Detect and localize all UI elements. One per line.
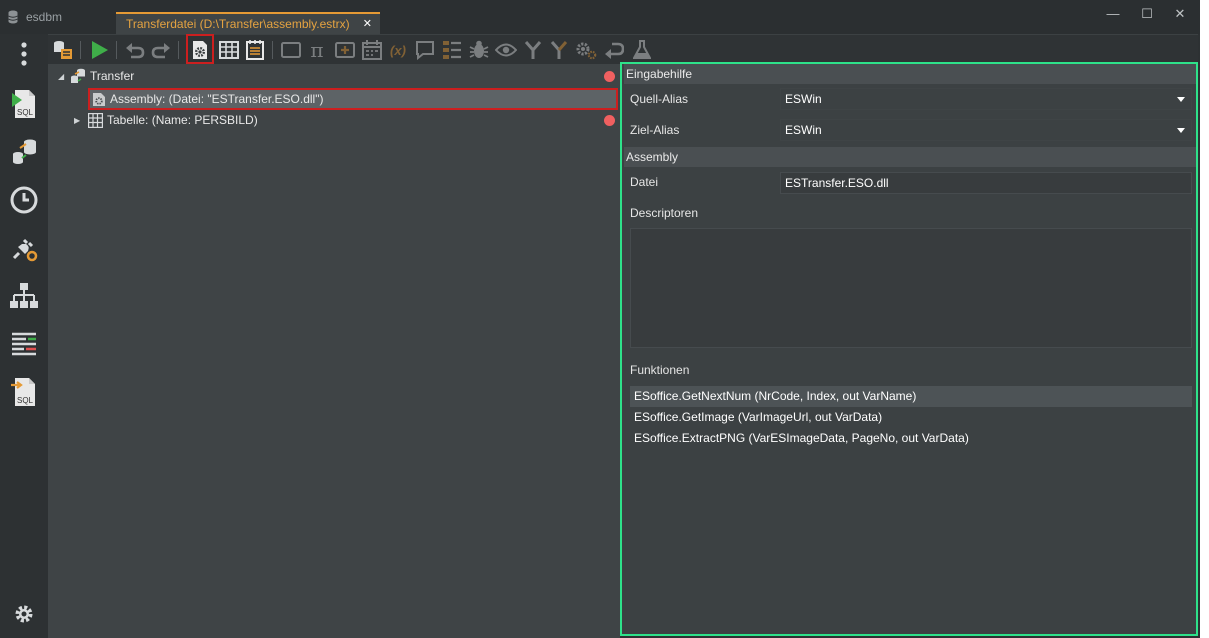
database-icon [8,10,18,24]
branch-icon[interactable] [548,39,570,61]
activity-sidebar: SQL SQL [0,34,48,638]
variable-icon[interactable]: (x) [387,39,409,61]
app-name-label: esdbm [26,10,63,24]
datei-label: Datei [630,175,659,189]
settings-gear-icon[interactable] [8,598,40,630]
rectangle-icon[interactable] [280,39,302,61]
title-bar: esdbm Transferdatei (D:\Transfer\assembl… [0,0,1200,34]
document-tab[interactable]: Transferdatei (D:\Transfer\assembly.estr… [116,12,380,34]
close-tab-icon[interactable]: ✕ [363,17,372,30]
table-icon[interactable] [218,39,240,61]
funktionen-list: ESoffice.GetNextNum (NrCode, Index, out … [630,386,1192,449]
tree-node-label: Transfer [90,69,135,83]
flask-icon[interactable] [631,39,653,61]
sql-import-icon[interactable]: SQL [8,376,40,408]
list-icon[interactable] [441,39,463,61]
tree-node-tabelle[interactable]: ▶ Tabelle: (Name: PERSBILD) [74,110,258,130]
app-name: esdbm [8,8,62,26]
ziel-alias-value: ESWin [785,123,822,137]
descriptoren-textarea[interactable] [630,228,1192,348]
table-icon [88,112,103,128]
run-icon[interactable] [88,39,110,61]
redo-icon[interactable] [150,39,172,61]
calendar-icon[interactable] [361,39,383,61]
tree-node-assembly[interactable]: Assembly: (Datei: "ESTransfer.ESO.dll") [88,88,618,110]
transfer-icon [71,68,85,83]
plug-gear-icon[interactable] [8,232,40,264]
collapse-arrow-icon[interactable]: ▶ [74,116,84,125]
database-list-icon[interactable] [52,39,74,61]
minimize-button[interactable]: — [1102,5,1124,23]
quell-alias-select[interactable]: ESWin [780,88,1192,110]
list-item[interactable]: ESoffice.GetNextNum (NrCode, Index, out … [630,386,1192,407]
undo-icon[interactable] [124,39,146,61]
merge-icon[interactable] [522,39,544,61]
eye-icon[interactable] [495,39,517,61]
sql-run-icon[interactable]: SQL [8,88,40,120]
quell-alias-value: ESWin [785,92,822,106]
more-vertical-icon[interactable] [8,38,40,70]
close-window-button[interactable]: ✕ [1169,5,1191,23]
section-eingabehilfe: Eingabehilfe [624,64,1196,84]
assembly-gear-icon [93,92,105,106]
tree-node-label: Tabelle: (Name: PERSBILD) [107,113,258,127]
clock-icon[interactable] [8,184,40,216]
chevron-down-icon [1177,97,1185,102]
svg-text:SQL: SQL [17,396,34,405]
notepad-icon[interactable] [244,39,266,61]
toolbar: π (x) [48,34,1198,64]
section-assembly: Assembly [624,147,1196,167]
return-icon[interactable] [603,39,625,61]
tree-node-label: Assembly: (Datei: "ESTransfer.ESO.dll") [110,92,324,106]
pi-icon[interactable]: π [306,38,328,62]
compare-lines-icon[interactable] [8,328,40,360]
ziel-alias-label: Ziel-Alias [630,123,680,137]
add-box-icon[interactable] [334,39,356,61]
status-dot [604,71,615,82]
property-panel: Eingabehilfe Quell-Alias ESWin Ziel-Alia… [620,62,1198,636]
datei-value: ESTransfer.ESO.dll [785,176,889,190]
quell-alias-label: Quell-Alias [630,92,689,106]
app-window: esdbm Transferdatei (D:\Transfer\assembl… [0,0,1200,638]
descriptoren-label: Descriptoren [630,206,699,220]
funktionen-label: Funktionen [630,363,690,377]
gears-icon[interactable] [575,39,597,61]
comment-icon[interactable] [414,39,436,61]
toolbar-selection-highlight [186,34,214,64]
chevron-down-icon [1177,128,1185,133]
list-item[interactable]: ESoffice.GetImage (VarImageUrl, out VarD… [630,407,1192,428]
tree-node-transfer[interactable]: ◢ Transfer [58,66,134,86]
transfer-tree: ◢ Transfer Assembly: (Datei: "ESTransfer… [48,64,620,638]
status-dot [604,115,615,126]
bug-icon[interactable] [468,39,490,61]
expand-arrow-icon[interactable]: ◢ [58,72,68,81]
hierarchy-icon[interactable] [8,280,40,312]
ziel-alias-select[interactable]: ESWin [780,119,1192,141]
document-tab-title: Transferdatei (D:\Transfer\assembly.estr… [126,17,350,31]
datei-input[interactable]: ESTransfer.ESO.dll [780,172,1192,194]
list-item[interactable]: ESoffice.ExtractPNG (VarESImageData, Pag… [630,428,1192,449]
svg-text:SQL: SQL [17,108,34,117]
database-transfer-icon[interactable] [8,136,40,168]
maximize-button[interactable]: ☐ [1136,5,1158,23]
